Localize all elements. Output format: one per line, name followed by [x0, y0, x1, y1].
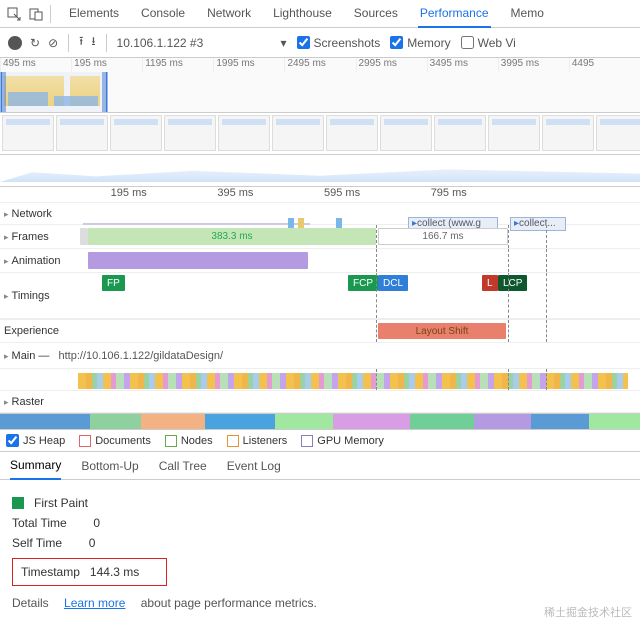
track-animation[interactable]: Animation — [0, 249, 640, 273]
webvitals-checkbox[interactable]: Web Vi — [461, 36, 516, 50]
total-time-row: Total Time 0 — [12, 516, 628, 530]
expand-icon[interactable] — [4, 231, 9, 243]
first-paint-label: First Paint — [12, 496, 628, 510]
memory-checkbox[interactable]: Memory — [390, 36, 450, 50]
recording-dropdown[interactable]: 10.106.1.122 #3 ▾ — [117, 36, 287, 50]
expand-icon[interactable] — [4, 396, 9, 408]
first-paint-swatch — [12, 497, 24, 509]
tab-network[interactable]: Network — [205, 0, 253, 27]
separator — [50, 5, 51, 23]
record-button[interactable] — [8, 36, 22, 50]
screenshot-frame[interactable] — [2, 115, 54, 151]
memory-overview-chart[interactable] — [0, 155, 640, 187]
flame-ruler: 195 ms 395 ms 595 ms 795 ms — [0, 187, 640, 203]
screenshot-frame[interactable] — [488, 115, 540, 151]
details-tabs: Summary Bottom-Up Call Tree Event Log — [0, 452, 640, 480]
tab-lighthouse[interactable]: Lighthouse — [271, 0, 334, 27]
watermark: 稀土掘金技术社区 — [544, 604, 632, 620]
track-frames[interactable]: Frames 383.3 ms 166.7 ms — [0, 225, 640, 249]
inspect-icon[interactable] — [6, 6, 22, 22]
track-main[interactable]: Main — http://10.106.1.122/gildataDesign… — [0, 343, 640, 369]
tab-eventlog[interactable]: Event Log — [227, 453, 281, 479]
tab-console[interactable]: Console — [139, 0, 187, 27]
performance-toolbar: ↻ ⊘ ⭱ ⭳ 10.106.1.122 #3 ▾ Screenshots Me… — [0, 28, 640, 58]
devtools-top-tabs: Elements Console Network Lighthouse Sour… — [0, 0, 640, 28]
expand-icon[interactable] — [4, 350, 9, 362]
screenshot-frame[interactable] — [542, 115, 594, 151]
clear-icon[interactable]: ⊘ — [48, 36, 58, 50]
timestamp-highlight: Timestamp 144.3 ms — [12, 558, 167, 586]
legend-documents[interactable]: Documents — [79, 435, 151, 447]
tab-calltree[interactable]: Call Tree — [159, 453, 207, 479]
screenshot-frame[interactable] — [434, 115, 486, 151]
self-time-row: Self Time 0 — [12, 536, 628, 550]
track-raster[interactable]: Raster — [0, 391, 640, 413]
tab-sources[interactable]: Sources — [352, 0, 400, 27]
screenshots-checkbox[interactable]: Screenshots — [297, 36, 381, 50]
separator — [106, 34, 107, 52]
expand-icon[interactable] — [4, 290, 9, 302]
tab-memory[interactable]: Memo — [509, 0, 546, 27]
separator — [68, 34, 69, 52]
track-main-lane[interactable] — [0, 369, 640, 391]
timing-fp[interactable]: FP — [102, 275, 125, 291]
screenshot-frame[interactable] — [380, 115, 432, 151]
tab-performance[interactable]: Performance — [418, 0, 491, 28]
screenshot-frame[interactable] — [56, 115, 108, 151]
track-experience[interactable]: Experience Layout Shift — [0, 319, 640, 343]
chevron-down-icon: ▾ — [281, 36, 287, 50]
track-timings[interactable]: Timings FP FCP DCL L LCP — [0, 273, 640, 319]
memory-legend: JS Heap Documents Nodes Listeners GPU Me… — [0, 430, 640, 452]
reload-icon[interactable]: ↻ — [30, 36, 40, 50]
layout-shift[interactable]: Layout Shift — [378, 323, 506, 339]
recording-label: 10.106.1.122 #3 — [117, 36, 204, 50]
screenshot-frame[interactable] — [596, 115, 640, 151]
upload-icon[interactable]: ⭱ — [79, 32, 83, 53]
screenshot-frame[interactable] — [218, 115, 270, 151]
legend-gpu[interactable]: GPU Memory — [301, 435, 384, 447]
screenshot-frame[interactable] — [326, 115, 378, 151]
flame-chart[interactable]: 195 ms 395 ms 595 ms 795 ms Network ▸col… — [0, 187, 640, 414]
overview-ruler: 495 ms195 ms1195 ms1995 ms2495 ms2995 ms… — [0, 58, 640, 72]
legend-nodes[interactable]: Nodes — [165, 435, 213, 447]
timing-fcp[interactable]: FCP — [348, 275, 378, 291]
expand-icon[interactable] — [4, 208, 9, 220]
summary-panel: First Paint Total Time 0 Self Time 0 Tim… — [0, 480, 640, 614]
details-row: Details Learn more about page performanc… — [12, 596, 628, 610]
overview-timeline[interactable]: 495 ms195 ms1195 ms1995 ms2495 ms2995 ms… — [0, 58, 640, 113]
timing-l[interactable]: L — [482, 275, 498, 291]
screenshot-frame[interactable] — [164, 115, 216, 151]
track-network[interactable]: Network ▸collect (www.g ▸collect... — [0, 203, 640, 225]
legend-jsheap[interactable]: JS Heap — [6, 434, 65, 447]
memory-stacked-bar — [0, 414, 640, 430]
legend-listeners[interactable]: Listeners — [227, 435, 288, 447]
main-url: http://10.106.1.122/gildataDesign/ — [59, 350, 224, 362]
screenshot-frame[interactable] — [272, 115, 324, 151]
timing-dcl[interactable]: DCL — [378, 275, 408, 291]
learn-more-link[interactable]: Learn more — [64, 596, 125, 610]
device-toggle-icon[interactable] — [28, 6, 44, 22]
download-icon[interactable]: ⭳ — [91, 32, 95, 53]
tab-bottomup[interactable]: Bottom-Up — [81, 453, 138, 479]
tab-summary[interactable]: Summary — [10, 452, 61, 480]
screenshot-filmstrip[interactable] — [0, 113, 640, 155]
screenshot-frame[interactable] — [110, 115, 162, 151]
timing-lcp[interactable]: LCP — [498, 275, 527, 291]
expand-icon[interactable] — [4, 255, 9, 267]
tab-elements[interactable]: Elements — [67, 0, 121, 27]
